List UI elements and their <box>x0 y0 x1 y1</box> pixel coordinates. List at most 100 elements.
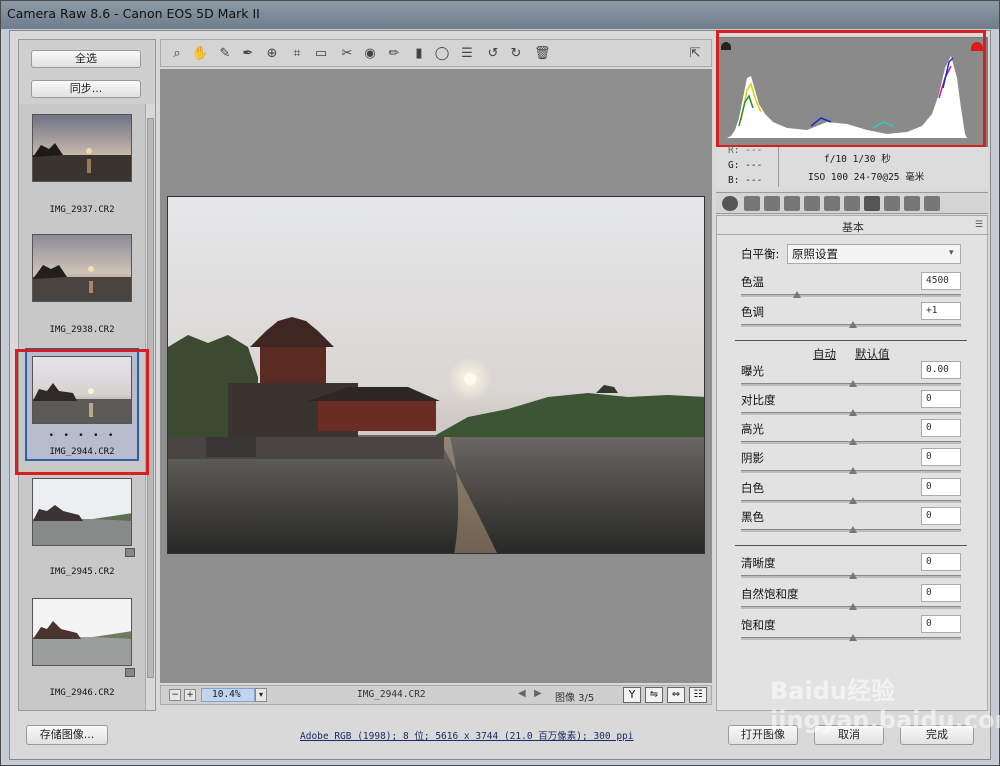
tint-field[interactable]: +1 <box>921 302 961 320</box>
blacks-label: 黑色 <box>741 510 764 524</box>
camera-raw-window: Camera Raw 8.6 - Canon EOS 5D Mark II 全选… <box>0 0 1000 766</box>
preferences-icon[interactable]: ☰ <box>459 46 475 62</box>
blacks-slider[interactable] <box>741 526 961 533</box>
slider-knob[interactable] <box>849 321 857 328</box>
white-balance-icon[interactable]: ✎ <box>217 46 233 62</box>
next-image-icon[interactable]: ▶ <box>534 688 542 699</box>
tab-basic-icon[interactable] <box>722 196 738 211</box>
before-after-y-button[interactable]: Y <box>623 687 641 703</box>
previous-image-icon[interactable]: ◀ <box>518 688 526 699</box>
saturation-field[interactable]: 0 <box>921 615 961 633</box>
color-sampler-icon[interactable]: ✒ <box>240 46 256 62</box>
straighten-icon[interactable]: ▭ <box>313 46 329 62</box>
thumbnail-label: IMG_2938.CR2 <box>49 325 115 335</box>
hand-icon[interactable]: ✋ <box>192 46 208 62</box>
thumbnail-label: IMG_2937.CR2 <box>49 205 115 215</box>
thumbnail-img-2937[interactable] <box>32 114 132 182</box>
preview-image[interactable] <box>167 196 705 554</box>
tab-snapshots-icon[interactable] <box>924 196 940 211</box>
spot-removal-icon[interactable]: ✂ <box>339 46 355 62</box>
preview-status-bar: − + 10.4% ▾ IMG_2944.CR2 ◀ ▶ 图像 3/5 Y ⇋ … <box>160 685 712 705</box>
slider-knob[interactable] <box>849 572 857 579</box>
highlights-slider[interactable] <box>741 438 961 445</box>
select-all-button[interactable]: 全选 <box>31 50 141 68</box>
shadows-field[interactable]: 0 <box>921 448 961 466</box>
adjustment-brush-icon[interactable]: ✏ <box>386 46 402 62</box>
watermark: Baidu经验 jingyan.baidu.com <box>770 677 1000 734</box>
panel-divider <box>717 234 989 235</box>
chevron-down-icon[interactable]: ▾ <box>255 688 267 702</box>
whites-slider[interactable] <box>741 497 961 504</box>
white-balance-select[interactable]: 原照设置 <box>787 244 961 264</box>
blacks-field[interactable]: 0 <box>921 507 961 525</box>
vibrance-field[interactable]: 0 <box>921 584 961 602</box>
clarity-field[interactable]: 0 <box>921 553 961 571</box>
thumbnail-img-2945[interactable] <box>32 478 132 546</box>
zoom-in-button[interactable]: + <box>184 689 196 701</box>
slider-knob[interactable] <box>849 526 857 533</box>
swap-before-after-button[interactable]: ⇋ <box>645 687 663 703</box>
tools-toolbar: ⌕ ✋ ✎ ✒ ⊕ ⌗ ▭ ✂ ◉ ✏ ▮ ◯ ☰ ↺ ↻ 🗑 ⇱ <box>160 39 712 67</box>
contrast-slider[interactable] <box>741 409 961 416</box>
rotate-right-icon[interactable]: ↻ <box>508 46 524 62</box>
panel-menu-icon[interactable]: ☰ <box>975 220 983 230</box>
tab-hsl-icon[interactable] <box>784 196 800 211</box>
white-balance-label: 白平衡: <box>741 247 780 261</box>
tab-camera-calibration-icon[interactable] <box>884 196 900 211</box>
contrast-field[interactable]: 0 <box>921 390 961 408</box>
temperature-slider[interactable] <box>741 291 961 298</box>
sync-button[interactable]: 同步... <box>31 80 141 98</box>
slider-knob[interactable] <box>849 603 857 610</box>
tint-slider[interactable] <box>741 321 961 328</box>
rotate-left-icon[interactable]: ↺ <box>485 46 501 62</box>
rgb-r-readout: R: --- <box>728 145 763 156</box>
highlights-field[interactable]: 0 <box>921 419 961 437</box>
tab-tone-curve-icon[interactable] <box>744 196 760 211</box>
slider-knob[interactable] <box>793 291 801 298</box>
zoom-level-field[interactable]: 10.4% <box>201 688 255 702</box>
tint-label: 色调 <box>741 305 764 319</box>
slider-knob[interactable] <box>849 497 857 504</box>
vibrance-slider[interactable] <box>741 603 961 610</box>
tab-split-toning-icon[interactable] <box>804 196 820 211</box>
slider-knob[interactable] <box>849 380 857 387</box>
red-eye-icon[interactable]: ◉ <box>362 46 378 62</box>
edited-badge-icon <box>125 668 135 677</box>
save-image-button[interactable]: 存储图像... <box>26 725 108 745</box>
zoom-icon[interactable]: ⌕ <box>169 46 185 62</box>
slider-knob[interactable] <box>849 634 857 641</box>
radial-filter-icon[interactable]: ◯ <box>434 46 450 62</box>
copy-settings-button[interactable]: ⇔ <box>667 687 685 703</box>
temperature-field[interactable]: 4500 <box>921 272 961 290</box>
slider-knob[interactable] <box>849 438 857 445</box>
saturation-slider[interactable] <box>741 634 961 641</box>
crop-icon[interactable]: ⌗ <box>289 46 305 62</box>
target-adjust-icon[interactable]: ⊕ <box>264 46 280 62</box>
thumbnail-img-2938[interactable] <box>32 234 132 302</box>
clarity-label: 清晰度 <box>741 556 776 570</box>
thumbnail-img-2946[interactable] <box>32 598 132 666</box>
default-link[interactable]: 默认值 <box>855 346 890 362</box>
tab-effects-icon[interactable] <box>844 196 860 211</box>
section-divider <box>735 340 967 341</box>
tab-detail-icon[interactable] <box>764 196 780 211</box>
tab-lens-corrections-icon[interactable] <box>824 196 840 211</box>
workflow-options-link[interactable]: Adobe RGB (1998); 8 位; 5616 x 3744 (21.0… <box>300 728 633 742</box>
toggle-settings-button[interactable]: ☷ <box>689 687 707 703</box>
graduated-filter-icon[interactable]: ▮ <box>411 46 427 62</box>
clarity-slider[interactable] <box>741 572 961 579</box>
zoom-out-button[interactable]: − <box>169 689 181 701</box>
exposure-slider[interactable] <box>741 380 961 387</box>
slider-knob[interactable] <box>849 467 857 474</box>
whites-field[interactable]: 0 <box>921 478 961 496</box>
edited-badge-icon <box>125 548 135 557</box>
tab-fx-icon[interactable] <box>864 196 880 211</box>
whites-label: 白色 <box>741 481 764 495</box>
trash-icon[interactable]: 🗑 <box>534 46 551 62</box>
shadows-slider[interactable] <box>741 467 961 474</box>
slider-knob[interactable] <box>849 409 857 416</box>
fullscreen-icon[interactable]: ⇱ <box>687 46 703 62</box>
exposure-field[interactable]: 0.00 <box>921 361 961 379</box>
tab-presets-icon[interactable] <box>904 196 920 211</box>
auto-link[interactable]: 自动 <box>813 346 836 362</box>
